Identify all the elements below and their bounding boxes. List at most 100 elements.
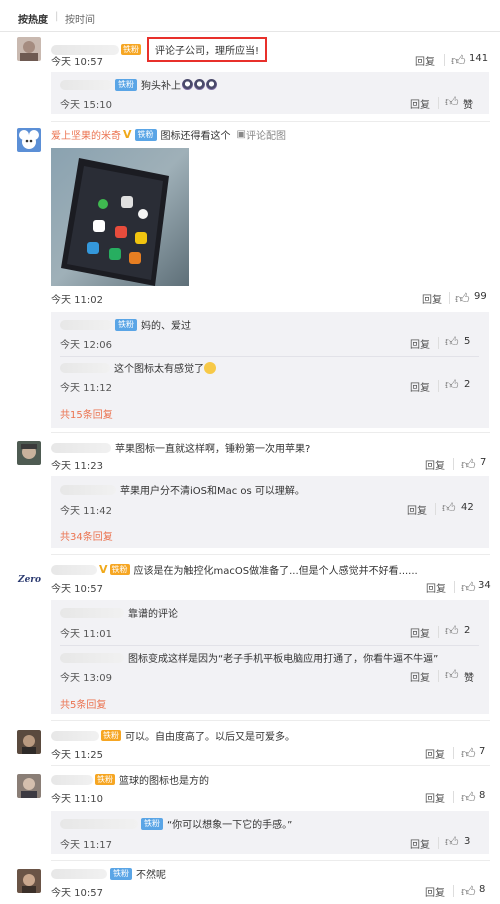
comment-divider <box>51 554 490 555</box>
username-blurred[interactable] <box>60 484 116 495</box>
comment-photo[interactable] <box>51 148 189 286</box>
reply-meta: 今天 12:06 回复 👍︎ 5 <box>60 335 479 351</box>
comment-text: 应该是在为触控化macOS做准备了...但是个人感觉并不好看...... <box>133 566 418 577</box>
tie-fan-badge: 铁粉 <box>115 318 137 331</box>
sort-by-hot-tab[interactable]: 按热度 <box>18 11 48 26</box>
meta-divider <box>449 292 450 304</box>
avatar[interactable] <box>17 774 41 798</box>
comment-line: 铁粉 可以。自由度高了。以后又是可爱多。 <box>51 728 488 744</box>
like-count: 赞 <box>464 673 474 684</box>
reply-box: 靠谱的评论 今天 11:01 回复 👍︎ 2 图标变成这样是因为“老子手机平板电… <box>51 600 489 714</box>
like-icon[interactable]: 👍︎ <box>445 335 459 350</box>
like-icon[interactable]: 👍︎ <box>445 835 459 850</box>
comment-meta: 今天 10:57 回复 👍︎ 34 <box>51 579 491 596</box>
like-count: 7 <box>479 746 486 757</box>
avatar[interactable] <box>17 128 41 152</box>
reply-time: 今天 11:42 <box>60 506 112 517</box>
reply-button[interactable]: 回复 <box>425 884 445 899</box>
avatar[interactable]: Zero <box>17 567 41 591</box>
comment-line: 铁粉 篮球的图标也是方的 <box>51 772 488 788</box>
like-icon[interactable]: 👍︎ <box>445 624 459 639</box>
meta-divider <box>453 458 454 470</box>
like-icon[interactable]: 👍︎ <box>442 501 456 516</box>
reply-button[interactable]: 回复 <box>410 625 430 640</box>
username-blurred[interactable] <box>60 818 138 829</box>
comment-image-link[interactable]: 评论配图 <box>246 131 286 142</box>
like-icon[interactable]: 👍︎ <box>445 95 459 110</box>
like-icon[interactable]: 👍︎ <box>461 789 476 806</box>
like-icon[interactable]: 👍︎ <box>461 456 476 473</box>
like-icon[interactable]: 👍︎ <box>461 579 476 596</box>
meta-divider <box>453 747 454 759</box>
username-blurred[interactable] <box>51 774 93 785</box>
sort-bar: 按热度 | 按时间 <box>0 0 500 32</box>
username-blurred[interactable] <box>51 442 111 453</box>
like-icon[interactable]: 👍︎ <box>455 290 470 307</box>
username[interactable]: 爱上坚果的米奇 <box>51 131 121 142</box>
reply-box: 铁粉 狗头补上 今天 15:10 回复 👍︎ 赞 <box>51 72 489 114</box>
reply-text: 妈的、爱过 <box>141 321 191 332</box>
like-icon[interactable]: 👍︎ <box>445 668 459 683</box>
reply-meta: 今天 15:10 回复 👍︎ 赞 <box>60 95 479 111</box>
comment-meta: 今天 10:57 回复 👍︎ 141 <box>51 52 488 69</box>
like-icon[interactable]: 👍︎ <box>451 52 466 69</box>
avatar-text: Zero <box>17 575 41 585</box>
username-blurred[interactable] <box>60 79 112 90</box>
fan-badge: 铁粉 <box>95 774 115 785</box>
reply-text: “你可以想象一下它的手感。” <box>167 820 293 831</box>
username-blurred[interactable] <box>60 607 124 618</box>
reply-button[interactable]: 回复 <box>415 53 435 68</box>
reply-button[interactable]: 回复 <box>425 746 445 761</box>
comment-time: 今天 11:10 <box>51 794 103 805</box>
sort-by-time-tab[interactable]: 按时间 <box>65 11 95 26</box>
meta-divider <box>454 581 455 593</box>
comment-text: 图标还得看这个 <box>160 131 231 142</box>
meta-divider <box>438 380 439 392</box>
like-count: 7 <box>480 457 487 468</box>
comment-line: 苹果图标一直就这样啊，锤粉第一次用苹果? <box>51 440 488 456</box>
avatar[interactable] <box>17 869 41 893</box>
comment-divider <box>51 121 490 122</box>
reply-button[interactable]: 回复 <box>422 291 442 306</box>
username-blurred[interactable] <box>51 564 97 575</box>
reply-meta: 今天 11:42 回复 👍︎ 42 <box>60 501 479 517</box>
dog-emoji-icon <box>182 79 193 90</box>
avatar[interactable] <box>17 37 41 61</box>
meta-divider <box>438 337 439 349</box>
username-blurred[interactable] <box>51 868 107 879</box>
reply-button[interactable]: 回复 <box>407 502 427 517</box>
reply-meta: 今天 11:17 回复 👍︎ 3 <box>60 835 479 851</box>
like-count: 3 <box>464 836 471 847</box>
comment-meta: 今天 11:23 回复 👍︎ 7 <box>51 456 488 473</box>
reply-button[interactable]: 回复 <box>410 96 430 111</box>
more-replies-link[interactable]: 共15条回复 <box>60 406 113 421</box>
comment-line: 铁粉 不然呢 <box>51 866 488 882</box>
like-icon[interactable]: 👍︎ <box>461 745 476 762</box>
reply-button[interactable]: 回复 <box>410 836 430 851</box>
comment-time: 今天 11:02 <box>51 295 103 306</box>
comment-text: 可以。自由度高了。以后又是可爱多。 <box>125 732 295 743</box>
username-blurred[interactable] <box>60 652 124 663</box>
like-icon[interactable]: 👍︎ <box>445 378 459 393</box>
comment-line: 爱上坚果的米奇 V 铁粉 图标还得看这个 ▣评论配图 <box>51 127 488 143</box>
avatar[interactable] <box>17 441 41 465</box>
reply-button[interactable]: 回复 <box>425 457 445 472</box>
like-icon[interactable]: 👍︎ <box>461 883 476 900</box>
reply-button[interactable]: 回复 <box>410 379 430 394</box>
reply-separator <box>60 356 479 357</box>
comment-text: 篮球的图标也是方的 <box>119 776 209 787</box>
more-replies-link[interactable]: 共34条回复 <box>60 528 113 543</box>
reply-box: 苹果用户分不清iOS和Mac os 可以理解。 今天 11:42 回复 👍︎ 4… <box>51 476 489 548</box>
reply-button[interactable]: 回复 <box>410 669 430 684</box>
avatar[interactable] <box>17 730 41 754</box>
username-blurred[interactable] <box>51 730 99 741</box>
reply-button[interactable]: 回复 <box>410 336 430 351</box>
reply-time: 今天 15:10 <box>60 100 112 111</box>
more-replies-link[interactable]: 共5条回复 <box>60 696 106 711</box>
username-blurred[interactable] <box>60 362 110 373</box>
meta-divider <box>438 837 439 849</box>
username-blurred[interactable] <box>60 319 112 330</box>
reply-button[interactable]: 回复 <box>426 580 446 595</box>
comment-divider <box>51 720 490 721</box>
reply-button[interactable]: 回复 <box>425 790 445 805</box>
